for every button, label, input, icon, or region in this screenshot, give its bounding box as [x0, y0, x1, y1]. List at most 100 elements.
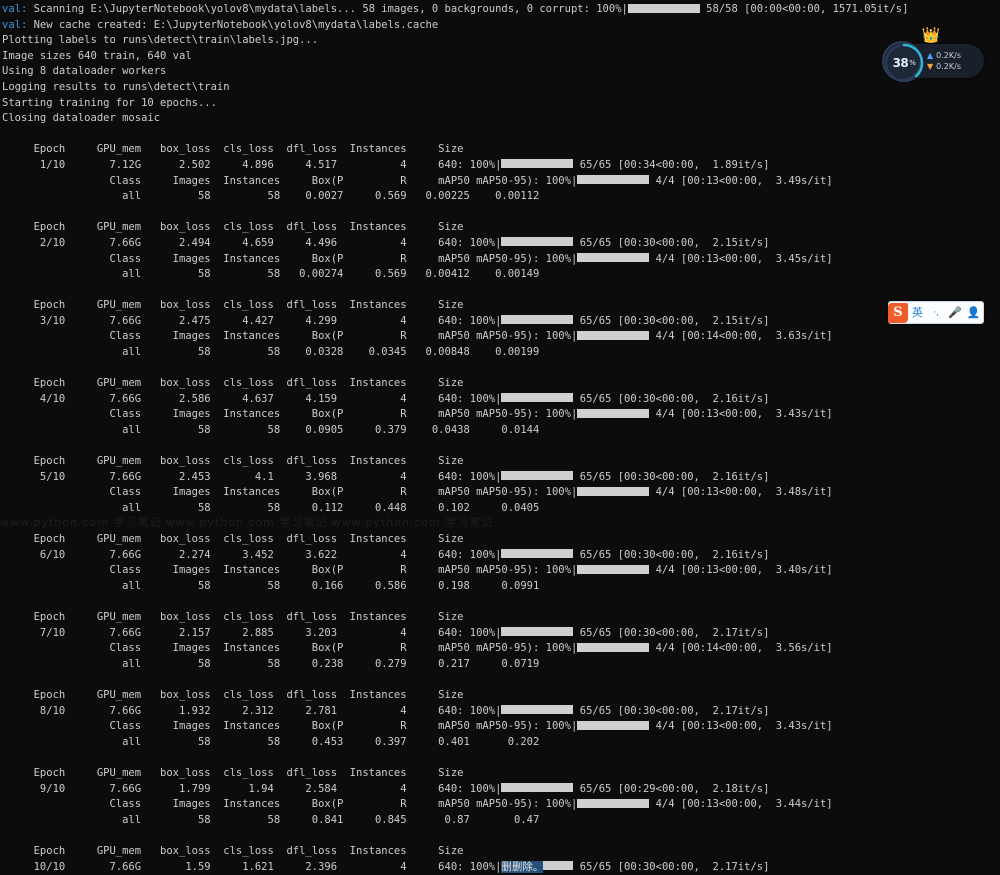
- val-metrics: all 58 58 0.00274 0.569 0.00412 0.00149: [2, 268, 540, 281]
- log-text: Image sizes 640 train, 640 val: [2, 49, 192, 62]
- train-values: 1/10 7.12G 2.502 4.896 4.517 4 640:: [2, 158, 470, 171]
- train-time: [00:30<00:00, 2.15it/s]: [617, 314, 770, 327]
- train-percent: 100%: [469, 548, 496, 561]
- val-header-2: Class Images Instances Box(P R mAP50 mAP…: [2, 330, 833, 343]
- progress-bar: [577, 330, 650, 340]
- train-count: 65/65: [579, 548, 612, 561]
- progress-bar: [577, 175, 650, 185]
- log-text: Scanning E:\JupyterNotebook\yolov8\mydat…: [33, 3, 622, 15]
- val-percent: 100%: [545, 486, 571, 499]
- progress-bar: [501, 237, 574, 247]
- val-time: [00:13<00:00, 3.44s/it]: [680, 798, 833, 811]
- train-values: 4/10 7.66G 2.586 4.637 4.159 4 640:: [2, 392, 470, 405]
- terminal-output[interactable]: val: Scanning E:\JupyterNotebook\yolov8\…: [0, 0, 1000, 873]
- train-time: [00:30<00:00, 2.15it/s]: [617, 236, 770, 249]
- log-line-1: val: New cache created: E:\JupyterNotebo…: [2, 18, 1000, 34]
- train-percent: 100%: [469, 782, 496, 795]
- val-metrics-5: all 58 58 0.166 0.586 0.198 0.0991: [2, 579, 1000, 595]
- train-count: 65/65: [579, 860, 612, 873]
- network-speed-widget[interactable]: 38% 👑 ▲ 0.2K/s ▼ 0.2K/s: [882, 28, 984, 83]
- val-header-row: Class Images Instances Box(P R mAP50 mAP…: [2, 408, 546, 421]
- train-time: [00:30<00:00, 2.17it/s]: [617, 860, 770, 873]
- cpu-usage-ring: 38%: [882, 41, 924, 83]
- train-values: 6/10 7.66G 2.274 3.452 3.622 4 640:: [2, 548, 470, 561]
- user-account-icon[interactable]: 👤: [964, 306, 983, 319]
- val-header-row: Class Images Instances Box(P R mAP50 mAP…: [2, 798, 546, 811]
- log-line-3: Image sizes 640 train, 640 val: [2, 49, 1000, 65]
- train-count: 65/65: [579, 314, 612, 327]
- train-count: 65/65: [579, 392, 612, 405]
- train-header-row: Epoch GPU_mem box_loss cls_loss dfl_loss…: [2, 533, 464, 546]
- train-row-0: 1/10 7.12G 2.502 4.896 4.517 4 640: 100%…: [2, 158, 770, 171]
- sogou-logo-icon[interactable]: S: [888, 302, 908, 323]
- train-percent: 100%: [469, 392, 496, 405]
- usage-percent-unit: %: [909, 59, 916, 67]
- train-row-7: 8/10 7.66G 1.932 2.312 2.781 4 640: 100%…: [2, 704, 770, 717]
- val-time: [00:13<00:00, 3.43s/it]: [680, 408, 833, 421]
- train-header-row: Epoch GPU_mem box_loss cls_loss dfl_loss…: [2, 611, 464, 624]
- progress-bar: [501, 627, 574, 637]
- progress-bar: [501, 549, 574, 559]
- log-line-4: Using 8 dataloader workers: [2, 64, 1000, 80]
- val-header-row: Class Images Instances Box(P R mAP50 mAP…: [2, 174, 546, 187]
- val-metrics-0: all 58 58 0.0027 0.569 0.00225 0.00112: [2, 189, 1000, 205]
- val-percent: 100%: [545, 642, 571, 655]
- val-header-0: Class Images Instances Box(P R mAP50 mAP…: [2, 174, 833, 187]
- ime-language-mode-button[interactable]: 英: [908, 306, 927, 319]
- train-header: Epoch GPU_mem box_loss cls_loss dfl_loss…: [2, 766, 1000, 782]
- train-header-row: Epoch GPU_mem box_loss cls_loss dfl_loss…: [2, 221, 464, 234]
- train-row-4: 5/10 7.66G 2.453 4.1 3.968 4 640: 100%| …: [2, 470, 770, 483]
- progress-bar: [577, 798, 650, 808]
- ime-punctuation-button[interactable]: ·,: [927, 307, 946, 319]
- train-header: Epoch GPU_mem box_loss cls_loss dfl_loss…: [2, 298, 1000, 314]
- selected-text[interactable]: 删删除。: [501, 860, 544, 873]
- train-header: Epoch GPU_mem box_loss cls_loss dfl_loss…: [2, 844, 1000, 860]
- train-row-3: 4/10 7.66G 2.586 4.637 4.159 4 640: 100%…: [2, 392, 770, 405]
- val-time: [00:13<00:00, 3.45s/it]: [680, 252, 833, 265]
- val-metrics: all 58 58 0.0905 0.379 0.0438 0.0144: [2, 424, 540, 437]
- val-percent: 100%: [545, 564, 571, 577]
- val-percent: 100%: [545, 174, 571, 187]
- train-row-6: 7/10 7.66G 2.157 2.885 3.203 4 640: 100%…: [2, 626, 770, 639]
- microphone-icon[interactable]: 🎤: [946, 306, 965, 319]
- log-text: Closing dataloader mosaic: [2, 112, 161, 125]
- val-header-6: Class Images Instances Box(P R mAP50 mAP…: [2, 642, 833, 655]
- progress-bar: [577, 253, 650, 262]
- train-values: 5/10 7.66G 2.453 4.1 3.968 4 640:: [2, 470, 470, 483]
- log-line-7: Closing dataloader mosaic: [2, 111, 1000, 127]
- sogou-ime-toolbar[interactable]: S 英 ·, 🎤 👤: [888, 301, 984, 324]
- train-header-row: Epoch GPU_mem box_loss cls_loss dfl_loss…: [2, 845, 464, 858]
- log-line-5: Logging results to runs\detect\train: [2, 80, 1000, 96]
- val-header-row: Class Images Instances Box(P R mAP50 mAP…: [2, 252, 546, 265]
- val-metrics: all 58 58 0.841 0.845 0.87 0.47: [2, 813, 540, 826]
- progress-bar: [501, 393, 574, 403]
- log-prefix: val:: [2, 18, 34, 31]
- upload-rate-row: ▲ 0.2K/s: [927, 50, 961, 61]
- train-header-row: Epoch GPU_mem box_loss cls_loss dfl_loss…: [2, 143, 464, 156]
- train-count: 65/65: [579, 158, 612, 171]
- log-text: Logging results to runs\detect\train: [2, 80, 230, 93]
- val-header-row: Class Images Instances Box(P R mAP50 mAP…: [2, 720, 546, 733]
- progress-bar: [577, 486, 650, 496]
- log-text: Using 8 dataloader workers: [2, 65, 167, 78]
- train-values: 8/10 7.66G 1.932 2.312 2.781 4 640:: [2, 704, 470, 717]
- val-count: 4/4: [655, 408, 675, 421]
- progress-bar: [577, 564, 650, 574]
- train-percent: 100%: [469, 158, 496, 171]
- progress-bar: [543, 861, 574, 871]
- val-metrics-3: all 58 58 0.0905 0.379 0.0438 0.0144: [2, 423, 1000, 439]
- train-count: 65/65: [579, 704, 612, 717]
- progress-bar: [501, 315, 574, 325]
- usage-percent-label: 38%: [884, 43, 924, 83]
- progress-bar: [577, 642, 650, 652]
- val-header-8: Class Images Instances Box(P R mAP50 mAP…: [2, 798, 833, 811]
- train-count: 65/65: [579, 236, 612, 249]
- train-percent: 100%: [469, 470, 496, 483]
- train-row-1: 2/10 7.66G 2.494 4.659 4.496 4 640: 100%…: [2, 236, 770, 249]
- val-metrics-2: all 58 58 0.0328 0.0345 0.00848 0.00199: [2, 345, 1000, 361]
- val-count: 4/4: [655, 174, 675, 187]
